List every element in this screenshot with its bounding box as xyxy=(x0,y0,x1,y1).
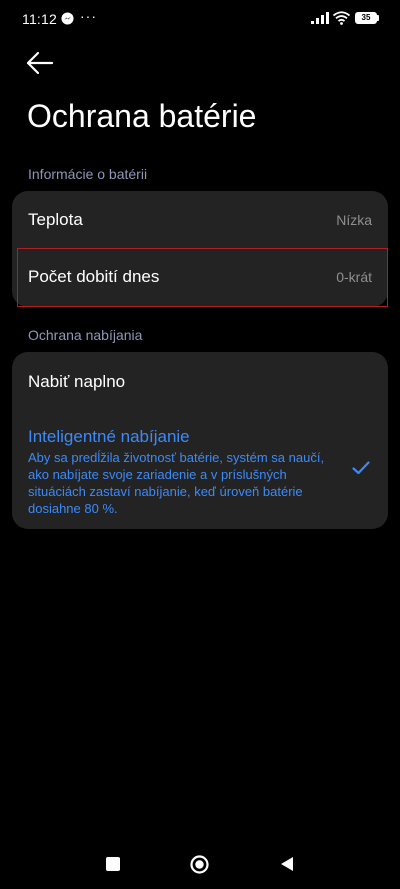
signal-icon xyxy=(311,12,329,24)
status-bar: 11:12 ··· 35 xyxy=(0,0,400,40)
option-smart-charging[interactable]: Inteligentné nabíjanie Aby sa predĺžila … xyxy=(12,418,388,529)
back-triangle-icon[interactable] xyxy=(280,856,294,872)
wifi-icon xyxy=(333,11,350,25)
smart-charging-description: Aby sa predĺžila životnosť batérie, syst… xyxy=(28,450,325,516)
status-time: 11:12 xyxy=(22,11,57,27)
arrow-left-icon[interactable] xyxy=(26,50,54,76)
page-title: Ochrana batérie xyxy=(27,98,257,134)
temperature-label: Teplota xyxy=(28,210,83,229)
section-header-battery-info: Informácie o batérii xyxy=(28,166,148,182)
section-header-charging-protection: Ochrana nabíjania xyxy=(28,327,143,343)
smart-charging-label: Inteligentné nabíjanie xyxy=(28,427,190,446)
charges-today-value: 0-krát xyxy=(336,269,372,285)
more-notifications-indicator: ··· xyxy=(80,8,97,24)
battery-icon: 35 xyxy=(355,12,377,24)
charges-today-label: Počet dobití dnes xyxy=(28,267,160,286)
option-full-charge[interactable]: Nabiť naplno xyxy=(12,352,388,414)
full-charge-label: Nabiť naplno xyxy=(28,372,126,391)
temperature-value: Nízka xyxy=(336,212,372,228)
list-item-temperature[interactable]: Teplota Nízka xyxy=(12,191,388,249)
charging-protection-card: Nabiť naplno Inteligentné nabíjanie Aby … xyxy=(12,352,388,529)
messenger-icon xyxy=(61,12,74,25)
battery-cap xyxy=(377,15,379,21)
battery-info-card: Teplota Nízka Počet dobití dnes 0-krát xyxy=(12,191,388,307)
navigation-bar xyxy=(0,840,400,889)
checkmark-icon xyxy=(352,461,370,475)
list-item-charges-today[interactable]: Počet dobití dnes 0-krát xyxy=(12,249,388,307)
home-circle-icon[interactable] xyxy=(190,855,209,874)
recents-square-icon[interactable] xyxy=(106,857,120,871)
